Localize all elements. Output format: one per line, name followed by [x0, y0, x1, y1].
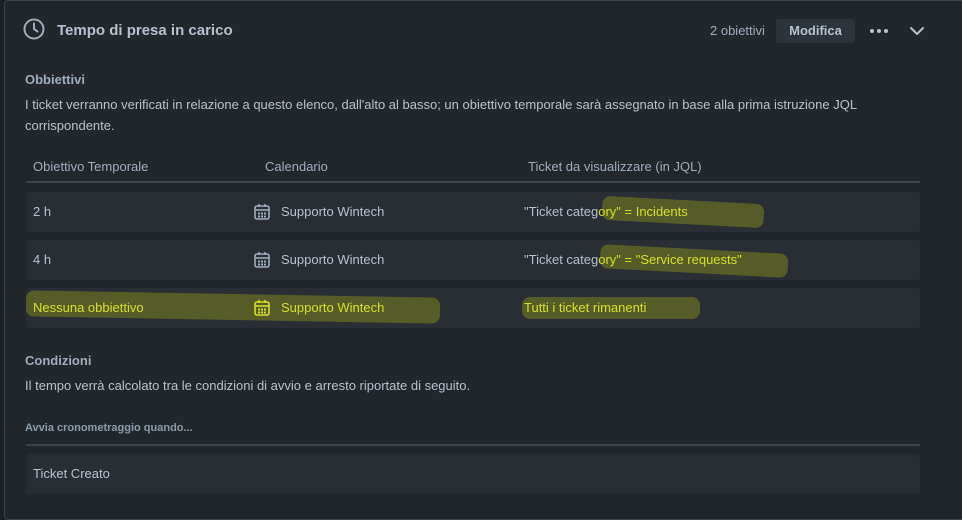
goal-value: 4 h: [33, 252, 52, 267]
jql-part: "Ticket categ: [524, 204, 599, 219]
jql-part-highlighted: ory" = Incidents: [598, 204, 688, 219]
calendar-icon: [254, 300, 270, 316]
column-header-calendar: Calendario: [265, 159, 328, 174]
goals-count: 2 obiettivi: [710, 23, 765, 38]
table-divider: [26, 181, 920, 183]
edit-button[interactable]: Modifica: [776, 19, 855, 43]
goal-value: Nessuna obbiettivo: [33, 300, 144, 315]
more-icon[interactable]: [866, 20, 892, 42]
goal-row[interactable]: 4 h Supporto Wintech "Ticket category" =…: [26, 240, 920, 280]
goal-row[interactable]: Nessuna obbiettivo Supporto Wintech Tutt…: [25, 288, 920, 328]
calendar-name: Supporto Wintech: [281, 300, 385, 315]
goal-value: 2 h: [33, 204, 52, 219]
panel-header: Tempo di presa in carico 2 obiettivi Mod…: [0, 0, 962, 62]
calendar-name: Supporto Wintech: [281, 252, 385, 267]
calendar-icon: [254, 252, 270, 268]
goals-description: I ticket verranno verificati in relazion…: [25, 97, 857, 133]
conditions-heading: Condizioni: [25, 353, 92, 368]
goals-heading: Obbiettivi: [25, 72, 85, 87]
calendar-icon: [254, 204, 270, 220]
goal-row[interactable]: 2 h Supporto Wintech "Ticket category" =…: [26, 192, 920, 232]
calendar-name: Supporto Wintech: [281, 204, 385, 219]
chevron-down-icon[interactable]: [906, 20, 928, 42]
start-condition-row[interactable]: Ticket Creato: [26, 454, 920, 494]
clock-icon: [23, 18, 45, 40]
conditions-description: Il tempo verrà calcolato tra le condizio…: [25, 378, 471, 393]
jql-part: "Ticket categ: [524, 252, 599, 267]
jql-query: "Ticket category" = "Service requests": [524, 252, 742, 267]
panel-title: Tempo di presa in carico: [57, 22, 233, 39]
conditions-divider: [26, 444, 920, 446]
jql-part-highlighted: ory" = "Service requests": [598, 252, 742, 267]
jql-query: Tutti i ticket rimanenti: [524, 300, 647, 315]
jql-query: "Ticket category" = Incidents: [524, 204, 688, 219]
column-header-jql: Ticket da visualizzare (in JQL): [528, 159, 702, 174]
column-header-goal: Obiettivo Temporale: [33, 159, 149, 174]
start-condition: Ticket Creato: [33, 466, 110, 481]
start-timer-subheading: Avvia cronometraggio quando...: [25, 422, 193, 434]
